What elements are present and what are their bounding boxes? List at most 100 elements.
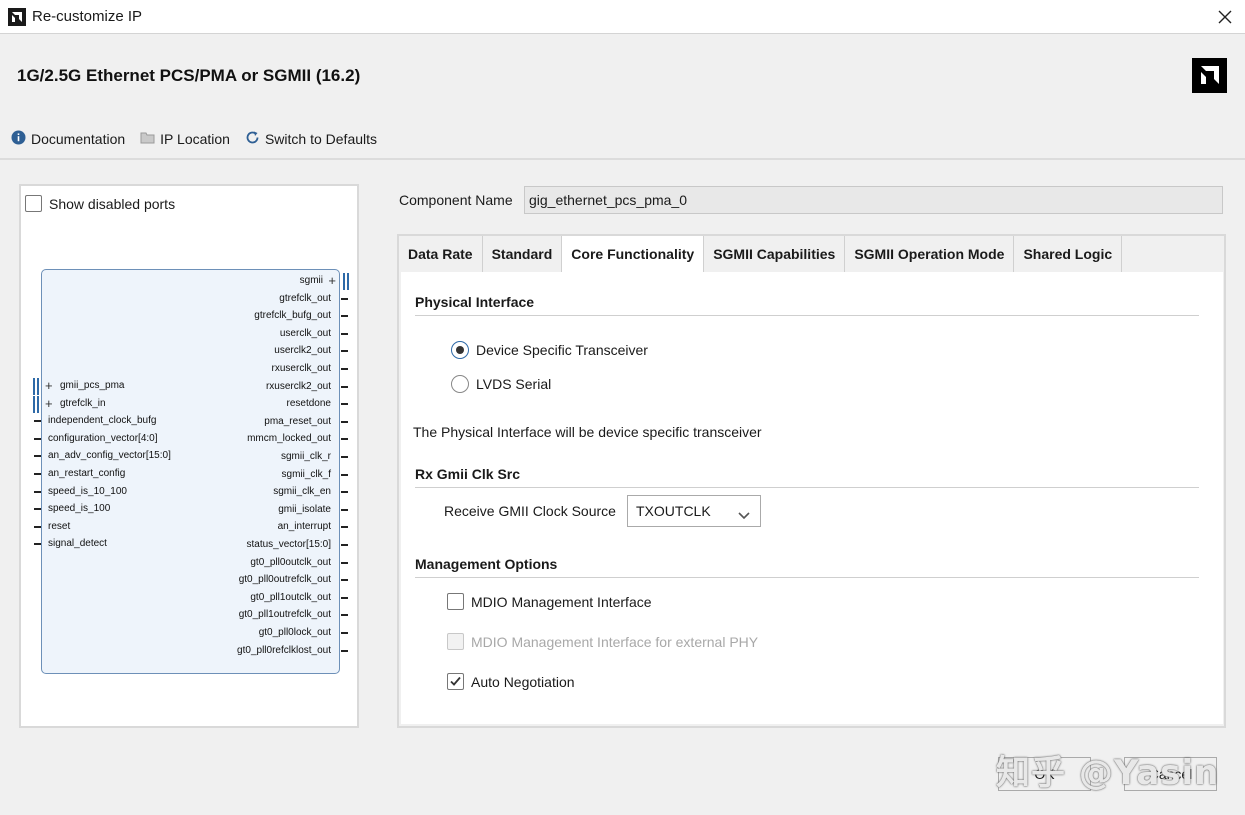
- ip-symbol-block: sgmii + gtrefclk_out gtrefclk_bufg_outuserc…: [33, 269, 349, 674]
- output-port-label: gtrefclk_bufg_out: [254, 310, 331, 322]
- checkbox-box[interactable]: [447, 593, 464, 610]
- receive-gmii-clock-source-label: Receive GMII Clock Source: [444, 503, 616, 519]
- port-pin: [34, 543, 41, 546]
- port-pin: [341, 579, 348, 582]
- radio-device-specific-transceiver[interactable]: Device Specific Transceiver: [451, 341, 648, 359]
- output-port-label: sgmii_clk_f: [281, 468, 331, 480]
- port-pin: [341, 385, 348, 388]
- header: 1G/2.5G Ethernet PCS/PMA or SGMII (16.2)…: [0, 35, 1245, 160]
- port-pin: [341, 332, 348, 335]
- port-pin: [34, 420, 41, 423]
- output-port-label: status_vector[15:0]: [246, 539, 332, 550]
- checkbox-label: Auto Negotiation: [471, 673, 575, 690]
- port-pin: [341, 368, 348, 370]
- documentation-button[interactable]: Documentation: [11, 130, 125, 148]
- auto-negotiation-checkbox[interactable]: Auto Negotiation: [447, 673, 575, 690]
- port-pin: [341, 526, 348, 529]
- section-divider: [415, 487, 1199, 488]
- receive-gmii-clock-source-select[interactable]: TXOUTCLK: [627, 495, 761, 527]
- output-port-label: gt0_pll1outclk_out: [250, 591, 331, 603]
- input-port-label: speed_is_100: [48, 503, 111, 515]
- show-disabled-ports-checkbox[interactable]: Show disabled ports: [25, 195, 175, 212]
- output-port-label: sgmii_clk_r: [280, 451, 331, 462]
- output-port-label: userclk2_out: [274, 345, 331, 357]
- port-pin: [341, 403, 348, 406]
- output-port-label: userclk_out: [279, 327, 331, 339]
- port-pin: [341, 456, 348, 458]
- symbol-panel: Show disabled ports sgmii + gtrefclk_outgt…: [19, 184, 359, 728]
- output-port-label: mmcm_locked_out: [247, 433, 331, 445]
- input-port-label: an_restart_config: [48, 468, 126, 479]
- toolbar: Documentation IP Location Switch to Defa…: [11, 130, 392, 148]
- component-name-label: Component Name: [399, 192, 513, 208]
- port-pin: [341, 632, 348, 634]
- checkbox-label: MDIO Management Interface: [471, 593, 652, 610]
- bus-port-connector: [33, 395, 39, 413]
- switch-to-defaults-button[interactable]: Switch to Defaults: [245, 130, 377, 148]
- radio-lvds-serial[interactable]: LVDS Serial: [451, 375, 551, 393]
- output-port-label: sgmii: [299, 275, 323, 286]
- watermark: 知乎 @Yasin: [996, 753, 1220, 793]
- radio-button-selected[interactable]: [451, 341, 469, 359]
- output-port-label: an_interrupt: [277, 521, 331, 533]
- mdio-management-interface-checkbox[interactable]: MDIO Management Interface: [447, 593, 652, 610]
- checkbox-label: MDIO Management Interface for external P…: [471, 633, 759, 650]
- select-value: TXOUTCLK: [636, 503, 711, 519]
- port-pin: [34, 525, 41, 528]
- checkbox-box-disabled: [447, 633, 464, 650]
- section-divider: [415, 577, 1199, 578]
- output-port-label: sgmii_clk_en: [273, 486, 331, 498]
- input-port-label: gtrefclk_in: [60, 397, 106, 409]
- input-port-label: reset: [48, 520, 71, 532]
- input-port-label: independent_clock_bufg: [48, 415, 157, 427]
- output-port-label: rxuserclk_out: [271, 363, 331, 374]
- port-pin: [341, 614, 348, 617]
- tab-shared-logic[interactable]: Shared Logic: [1014, 236, 1123, 272]
- output-port-label: gt0_pll0lock_out: [258, 627, 331, 638]
- close-icon[interactable]: [1215, 7, 1235, 27]
- input-port-label: speed_is_10_100: [48, 485, 127, 497]
- output-port-label: gt0_pll0outrefclk_out: [238, 574, 331, 586]
- folder-icon: [140, 131, 155, 147]
- input-port-label: gmii_pcs_pma: [60, 380, 125, 391]
- component-name-input[interactable]: [524, 186, 1223, 214]
- bus-port-connector: [343, 273, 349, 290]
- tab-standard[interactable]: Standard: [482, 236, 563, 272]
- radio-label: LVDS Serial: [476, 376, 552, 392]
- physical-interface-description: The Physical Interface will be device sp…: [413, 424, 762, 440]
- output-port-label: rxuserclk2_out: [265, 380, 331, 392]
- tab-data-rate[interactable]: Data Rate: [399, 236, 483, 272]
- output-port-label: gtrefclk_out: [279, 292, 331, 304]
- port-pin: [341, 350, 348, 353]
- tab-sgmii-operation-mode[interactable]: SGMII Operation Mode: [845, 236, 1015, 272]
- output-port-label: gt0_pll0outclk_out: [250, 556, 331, 568]
- show-disabled-ports-label: Show disabled ports: [49, 195, 176, 212]
- radio-button[interactable]: [451, 375, 469, 393]
- port-pin: [341, 544, 348, 546]
- output-port-label: resetdone: [286, 398, 331, 410]
- input-port-label: an_adv_config_vector[15:0]: [48, 450, 171, 462]
- checkmark-icon: [450, 676, 461, 686]
- ip-location-button[interactable]: IP Location: [140, 131, 230, 147]
- expand-port-icon[interactable]: +: [45, 397, 53, 410]
- output-port-label: gt0_pll0refclklost_out: [237, 644, 331, 656]
- port-pin: [34, 508, 41, 511]
- expand-port-icon[interactable]: +: [328, 274, 336, 287]
- port-pin: [341, 649, 348, 652]
- port-pin: [341, 508, 348, 511]
- output-port-label: gt0_pll1outrefclk_out: [238, 609, 331, 621]
- port-pin: [34, 455, 41, 458]
- mdio-external-phy-checkbox: MDIO Management Interface for external P…: [447, 633, 758, 650]
- bus-port-connector: [33, 378, 39, 395]
- section-divider: [415, 315, 1199, 316]
- expand-port-icon[interactable]: +: [45, 379, 53, 392]
- input-port-label: configuration_vector[4:0]: [48, 432, 158, 444]
- title-bar: Re-customize IP: [0, 0, 1245, 34]
- ip-title: 1G/2.5G Ethernet PCS/PMA or SGMII (16.2): [17, 66, 361, 85]
- tab-sgmii-capabilities[interactable]: SGMII Capabilities: [704, 236, 846, 272]
- checkbox-box[interactable]: [25, 195, 42, 212]
- checkbox-box-checked[interactable]: [447, 673, 464, 690]
- info-icon: [11, 130, 26, 148]
- radio-label: Device Specific Transceiver: [476, 342, 648, 358]
- tab-core-functionality[interactable]: Core Functionality: [562, 236, 705, 272]
